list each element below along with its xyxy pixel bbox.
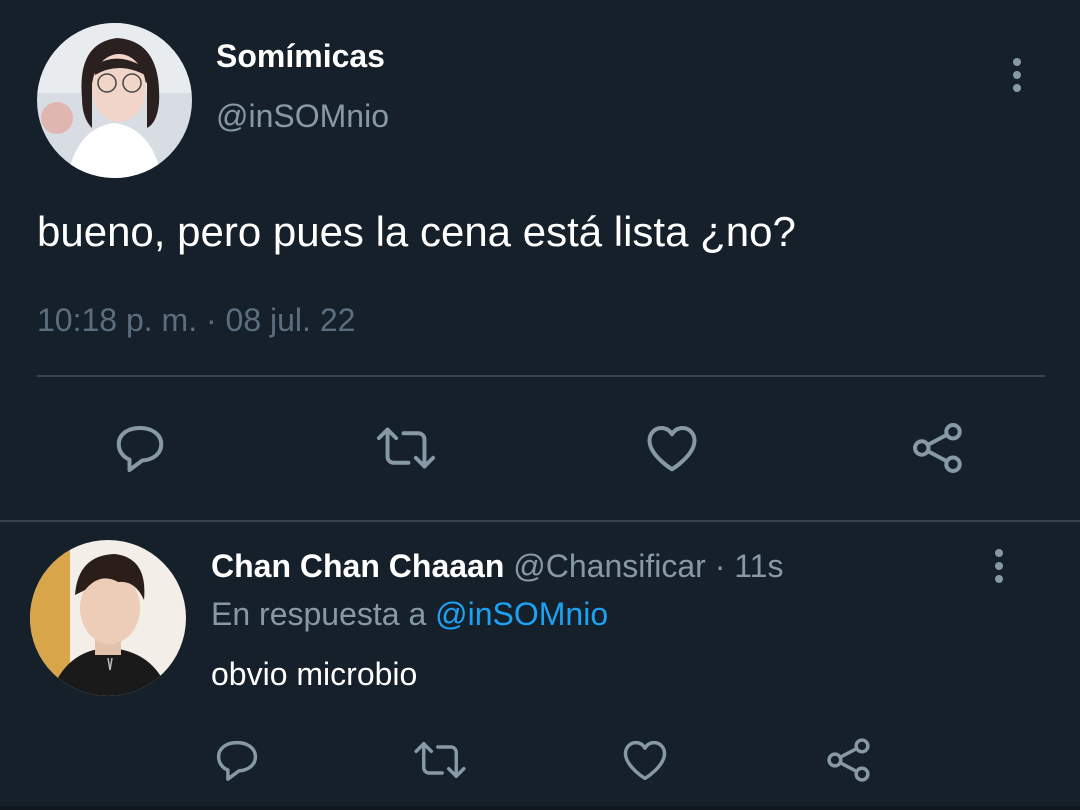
author-handle[interactable]: @inSOMnio (216, 98, 389, 135)
reply-icon[interactable] (108, 416, 172, 480)
retweet-icon[interactable] (408, 728, 472, 792)
like-icon[interactable] (640, 416, 704, 480)
reply-icon[interactable] (205, 728, 269, 792)
tweet-timestamp[interactable]: 10:18 p. m. · 08 jul. 22 (37, 302, 355, 339)
reply-time[interactable]: 11s (734, 548, 783, 584)
tweet-text: bueno, pero pues la cena está lista ¿no? (37, 208, 796, 255)
author-name[interactable]: Somímicas (216, 38, 385, 75)
share-icon[interactable] (906, 416, 970, 480)
reply-to-line: En respuesta a @inSOMnio (211, 596, 608, 633)
reply-mention-link[interactable]: @inSOMnio (435, 596, 608, 632)
like-icon[interactable] (613, 728, 677, 792)
reply-text: obvio microbio (211, 656, 418, 692)
reply-author-name[interactable]: Chan Chan Chaaan (211, 548, 504, 584)
divider (0, 520, 1080, 522)
more-icon[interactable] (1004, 56, 1030, 96)
reply-author-handle[interactable]: @Chansificar (513, 548, 706, 584)
tweet-detail-screen: Somímicas @inSOMnio bueno, pero pues la … (0, 0, 1080, 810)
share-icon[interactable] (817, 728, 881, 792)
reply-separator: · (705, 548, 735, 584)
reply-to-label: En respuesta a (211, 596, 436, 632)
more-icon[interactable] (986, 547, 1012, 587)
divider (37, 375, 1045, 377)
retweet-icon[interactable] (374, 416, 438, 480)
divider (0, 806, 1080, 810)
reply-header: Chan Chan Chaaan @Chansificar · 11s (211, 548, 783, 585)
avatar[interactable] (37, 23, 192, 178)
avatar[interactable] (30, 540, 186, 696)
